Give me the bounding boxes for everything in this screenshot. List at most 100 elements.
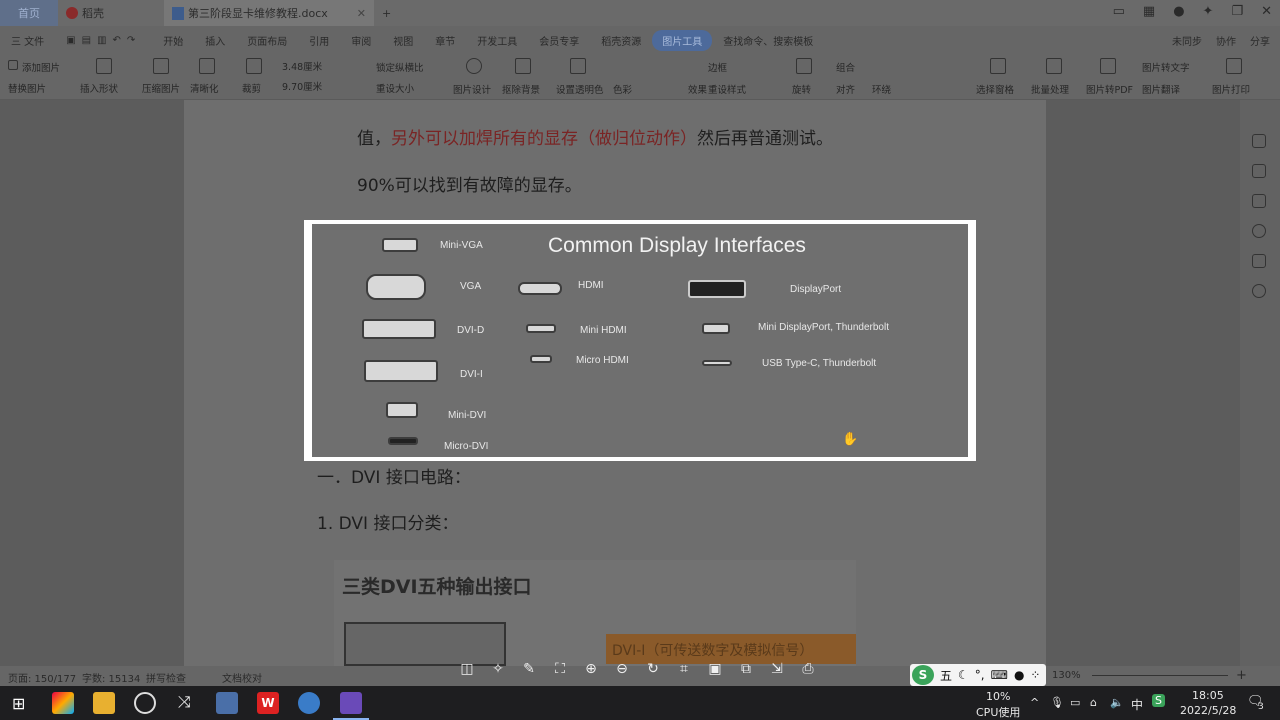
shuffle-app-icon[interactable]: ⤨ (178, 692, 191, 712)
crop-button[interactable]: 裁剪 (242, 81, 261, 95)
close-tab-icon[interactable]: ✕ (357, 7, 366, 20)
to-text-button[interactable]: 图片转文字 (1142, 60, 1190, 74)
tab-home[interactable]: 首页 (0, 0, 58, 26)
spell-check-button[interactable]: 拼写检查 (146, 670, 186, 685)
share-button[interactable]: 分享 (1250, 33, 1270, 48)
close-window-icon[interactable]: ✕ (1261, 4, 1272, 19)
search-command[interactable]: 查找命令、搜索模板 (712, 33, 824, 48)
network-icon[interactable]: ⌂ (1090, 696, 1097, 709)
ime-mode[interactable]: 五 (940, 667, 952, 684)
batch-button[interactable]: 批量处理 (1031, 82, 1069, 96)
new-tab-button[interactable]: + (374, 0, 399, 26)
replace-picture-button[interactable]: 替换图片 (8, 81, 46, 95)
menu-item-picture-tools[interactable]: 图片工具 (652, 29, 713, 51)
zoom-in-viewer-icon[interactable]: ⊕ (582, 660, 600, 678)
zoom-out-viewer-icon[interactable]: ⊖ (613, 660, 631, 678)
photo-app-icon[interactable] (216, 692, 238, 714)
restore-icon[interactable]: ❐ (1231, 4, 1243, 19)
split-view-icon[interactable]: ◫ (458, 660, 476, 678)
quick-access-icons[interactable]: ▣▤▥↶↷ (55, 35, 152, 46)
menu-item-member[interactable]: 会员专享 (528, 33, 590, 48)
group-button[interactable]: 组合 (836, 60, 855, 74)
pin-icon[interactable]: ✦ (1203, 4, 1214, 19)
keyboard-icon[interactable]: ⌨ (991, 668, 1008, 682)
compress-button[interactable]: 压缩图片 (142, 81, 180, 95)
proofread-button[interactable]: 文档校对 (222, 670, 262, 685)
zoom-in-icon[interactable]: + (1236, 668, 1247, 683)
height-field[interactable]: 3.48厘米 (282, 59, 322, 73)
rotate-button[interactable]: 旋转 (792, 82, 811, 96)
zoom-level[interactable]: 130% (1052, 670, 1081, 681)
rotate-viewer-icon[interactable]: ↻ (644, 660, 662, 678)
color-button[interactable]: 色彩 (613, 82, 632, 96)
menu-item-devtools[interactable]: 开发工具 (466, 33, 528, 48)
reset-style-button[interactable]: 重设样式 (708, 82, 746, 96)
insert-shape-button[interactable]: 插入形状 (80, 81, 118, 95)
ime-toolbar[interactable]: S 五 ☾ °, ⌨ ● ⁘ (910, 664, 1046, 686)
border-button[interactable]: 边框 (708, 60, 727, 74)
to-pdf-button[interactable]: 图片转PDF (1086, 82, 1133, 96)
moon-icon[interactable]: ☾ (958, 668, 969, 682)
mic-icon[interactable]: 🎙 (1050, 696, 1064, 709)
apps-icon[interactable]: ⁘ (1030, 668, 1040, 682)
menu-item-layout[interactable]: 页面布局 (236, 33, 298, 48)
file-explorer-icon[interactable] (93, 692, 115, 714)
lock-ratio-checkbox[interactable]: 锁定纵横比 (376, 60, 424, 74)
tray-chevron-icon[interactable]: ^ (1030, 696, 1039, 709)
save-icon[interactable]: ⇲ (768, 660, 786, 678)
layout-icon[interactable]: ▭ (1113, 4, 1125, 19)
menu-item-chapter[interactable]: 章节 (424, 33, 466, 48)
copy-icon[interactable]: ⧉ (737, 660, 755, 678)
picture-print-button[interactable]: 图片打印 (1212, 82, 1250, 96)
help-icon[interactable] (1252, 224, 1266, 238)
picture-design-button[interactable]: 图片设计 (453, 82, 491, 96)
grid-icon[interactable]: ▦ (1143, 4, 1155, 19)
tab-document[interactable]: 第三阶段显卡维修教程.docx ✕ (164, 0, 374, 26)
sync-button[interactable]: 未同步 (1172, 33, 1202, 48)
avatar[interactable]: ● (1173, 4, 1184, 19)
user-icon[interactable]: ● (1014, 668, 1024, 682)
dvi-picture[interactable]: 三类DVI五种输出接口 DVI-I（可传送数字及模拟信号） (334, 560, 856, 666)
edit-image-icon[interactable]: ✎ (520, 660, 538, 678)
menu-item-reference[interactable]: 引用 (298, 33, 340, 48)
crop-viewer-icon[interactable]: ⌗ (675, 660, 693, 678)
battery-icon[interactable]: ▭ (1070, 696, 1080, 709)
add-picture-button[interactable]: 添加图片 (22, 60, 60, 74)
obs-icon[interactable] (134, 692, 156, 714)
paint-app-icon[interactable] (52, 692, 74, 714)
collab-button[interactable]: 协作 (1216, 33, 1236, 48)
menu-item-insert[interactable]: 插入 (194, 33, 236, 48)
location-icon[interactable] (1252, 284, 1266, 298)
sharpen-button[interactable]: 清晰化 (190, 81, 219, 95)
remove-bg-button[interactable]: 抠除背景 (502, 82, 540, 96)
menu-item-file[interactable]: 三 文件 (0, 33, 55, 48)
image-icon[interactable] (1252, 254, 1266, 268)
windows-start-icon[interactable]: ⊞ (12, 694, 25, 713)
wrap-button[interactable]: 环绕 (872, 82, 891, 96)
select-pane-button[interactable]: 选择窗格 (976, 82, 1014, 96)
tab-wps[interactable]: 稻壳 (58, 0, 158, 26)
menu-item-start[interactable]: 开始 (152, 33, 194, 48)
clock-date[interactable]: 2022/5/28 (1180, 704, 1236, 717)
fit-screen-icon[interactable]: ⛶ (551, 660, 569, 678)
clock-time[interactable]: 18:05 (1192, 689, 1224, 702)
edit-icon[interactable] (1252, 134, 1266, 148)
image-viewer[interactable]: Common Display Interfaces Mini-VGA VGA D… (304, 220, 976, 461)
game-app-icon[interactable] (298, 692, 320, 714)
width-field[interactable]: 9.70厘米 (282, 79, 322, 93)
settings-icon[interactable] (1252, 194, 1266, 208)
transparent-button[interactable]: 设置透明色 (556, 82, 604, 96)
effects-button[interactable]: 效果 (688, 82, 707, 96)
input-lang[interactable]: 中 (1131, 696, 1143, 713)
wps-app-icon[interactable]: W (257, 692, 279, 714)
volume-icon[interactable]: 🔈 (1110, 696, 1124, 709)
punct-icon[interactable]: °, (975, 668, 985, 682)
zoom-slider[interactable] (1092, 675, 1228, 676)
translate-button[interactable]: 图片翻译 (1142, 82, 1180, 96)
menu-item-view[interactable]: 视图 (382, 33, 424, 48)
screenshot-icon[interactable]: ▣ (706, 660, 724, 678)
align-button[interactable]: 对齐 (836, 82, 855, 96)
reset-size-button[interactable]: 重设大小 (376, 81, 414, 95)
pointer-icon[interactable] (1252, 164, 1266, 178)
ai-tool-icon[interactable]: ✧ (489, 660, 507, 678)
